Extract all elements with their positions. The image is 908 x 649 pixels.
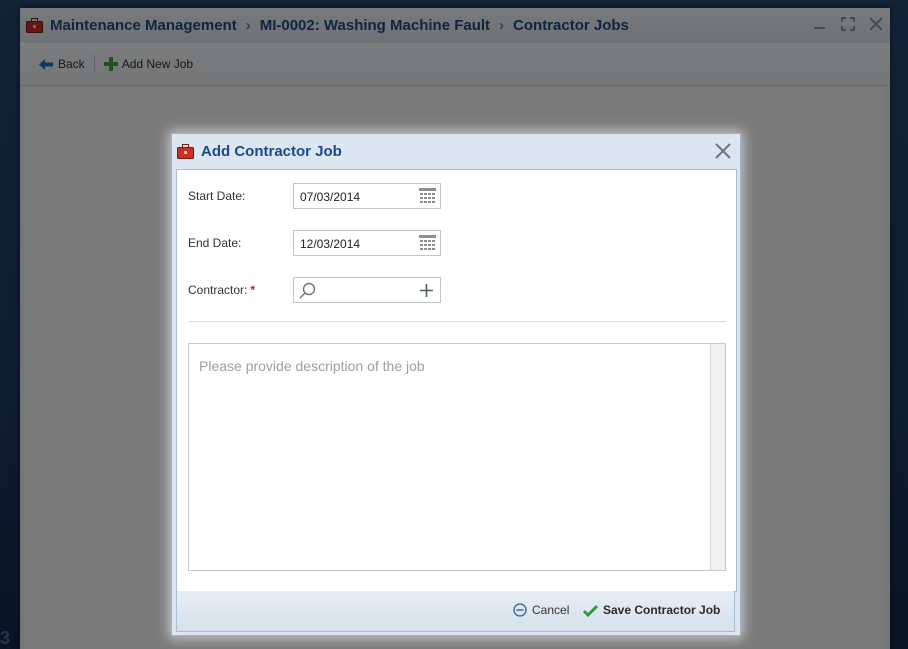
add-contractor-job-dialog: Add Contractor Job Start Date: 07/03/201… [171,133,741,636]
required-marker: * [250,283,256,297]
cancel-button-label: Cancel [532,603,570,617]
magnifier-icon[interactable] [299,282,316,299]
dialog-header: Add Contractor Job [172,134,740,168]
end-date-field[interactable]: 12/03/2014 [293,230,441,256]
start-date-field[interactable]: 07/03/2014 [293,183,441,209]
calendar-icon[interactable] [419,235,436,251]
description-placeholder: Please provide description of the job [199,358,425,374]
checkmark-icon [583,604,598,617]
contractor-label-text: Contractor: [188,283,248,297]
cancel-button[interactable]: Cancel [513,603,569,617]
calendar-icon[interactable] [419,188,436,204]
add-contractor-icon[interactable] [420,284,433,297]
toolbox-icon [177,143,194,159]
end-date-label: End Date: [188,236,242,250]
minus-circle-icon [513,603,527,617]
dialog-body: Start Date: 07/03/2014 End Date: 12/03/2… [176,169,737,592]
close-icon[interactable] [714,142,732,160]
dialog-title: Add Contractor Job [201,142,342,160]
job-description-textarea[interactable]: Please provide description of the job [188,343,726,571]
end-date-value: 12/03/2014 [300,237,361,251]
contractor-lookup-field[interactable] [293,277,441,303]
form-divider [188,321,726,322]
dialog-footer: Cancel Save Contractor Job [176,591,735,632]
start-date-label: Start Date: [188,189,246,203]
contractor-label: Contractor: * [188,283,255,297]
textarea-scrollbar[interactable] [710,344,725,570]
start-date-value: 07/03/2014 [300,190,361,204]
save-button-label: Save Contractor Job [603,603,721,617]
save-contractor-job-button[interactable]: Save Contractor Job [583,603,720,617]
